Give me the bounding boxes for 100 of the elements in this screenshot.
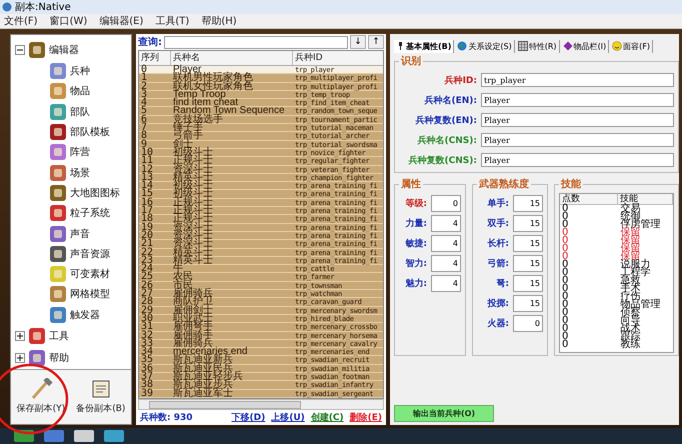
number-field[interactable]: 0	[431, 194, 461, 212]
table-cell-text: 雇佣骑手	[172, 332, 214, 339]
tile-icon	[49, 285, 67, 304]
tree-item[interactable]: 部队	[70, 104, 90, 119]
field-label: 敏捷:	[404, 237, 427, 250]
tab[interactable]: 物品栏(I)	[560, 40, 610, 52]
table-cell-text: 1	[140, 74, 148, 82]
tree-item[interactable]: 触发器	[70, 308, 100, 322]
table-cell-text: 2	[140, 82, 148, 90]
menu-item[interactable]: 工具(T)	[155, 14, 190, 28]
tree-item[interactable]: 大地图图标	[70, 186, 120, 200]
column-header[interactable]: 序列	[139, 51, 171, 65]
table-cell-text: 34	[140, 348, 154, 356]
number-field[interactable]: 15	[513, 254, 543, 272]
table-cell-text: 15	[140, 190, 154, 198]
table-cell-text: 雇佣剑士	[172, 306, 214, 314]
table-cell-text: 19	[140, 224, 154, 231]
table-cell-text: 正规斗士	[172, 198, 214, 206]
text-field[interactable]: trp_player	[481, 73, 674, 87]
number-field[interactable]: 15	[513, 214, 543, 232]
number-field[interactable]: 0	[513, 314, 543, 332]
search-label: 查询:	[138, 36, 162, 49]
text-field[interactable]: Player	[481, 153, 674, 167]
table-cell-text: 36	[140, 364, 154, 372]
field-label: 双手:	[486, 217, 509, 230]
tree-item[interactable]: 物品	[70, 84, 90, 98]
horizontal-scrollbar[interactable]	[138, 399, 384, 410]
scroll-thumb[interactable]	[149, 400, 301, 408]
number-field[interactable]: 4	[431, 274, 461, 292]
tab[interactable]: 基本属性(B)	[394, 40, 454, 52]
column-header[interactable]: 兵种名	[171, 51, 293, 65]
minus-icon	[17, 47, 23, 53]
export-button[interactable]: 输出当前兵种(O)	[394, 405, 494, 422]
tree-item[interactable]: 兵种	[70, 64, 90, 78]
text-field[interactable]: Player	[481, 133, 674, 147]
menu-item[interactable]: 窗口(W)	[50, 14, 88, 28]
text-field[interactable]: Player	[481, 113, 674, 127]
tree-item[interactable]: 编辑器	[49, 43, 79, 57]
action-link[interactable]: 删除(E)	[350, 411, 382, 424]
number-field[interactable]: 15	[513, 294, 543, 312]
table-cell-text: 11	[140, 157, 154, 165]
number-field[interactable]: 15	[513, 274, 543, 292]
table-cell-text: 正规斗士	[172, 157, 214, 165]
number-field[interactable]: 15	[513, 234, 543, 252]
table-cell-text: 初级斗士	[172, 182, 214, 190]
table-cell-text: 29	[140, 306, 154, 314]
search-field[interactable]	[164, 36, 348, 48]
taskbar-icon[interactable]	[104, 430, 124, 442]
table-cell-text: 32	[140, 332, 154, 339]
action-link[interactable]: 下移(D)	[232, 411, 266, 424]
tab[interactable]: 特性(R)	[516, 40, 560, 52]
number-field[interactable]: 4	[431, 254, 461, 272]
move-down-button[interactable]: ↓	[350, 35, 366, 49]
table-cell-text: 精英斗士	[172, 256, 214, 264]
number-field[interactable]: 4	[431, 234, 461, 252]
expand-toggle[interactable]	[15, 330, 25, 341]
tree-item[interactable]: 阵营	[70, 145, 90, 160]
table-cell-text: 0	[561, 285, 570, 293]
tree-item[interactable]: 工具	[49, 328, 69, 343]
table-cell-text: 28	[140, 298, 154, 306]
menu-item[interactable]: 帮助(H)	[201, 14, 237, 28]
field-label: 长杆:	[486, 237, 509, 250]
table-cell-text: 37	[140, 372, 154, 380]
table-cell-text: 竞技场选手	[172, 116, 224, 124]
tree-item[interactable]: 声音	[70, 226, 90, 241]
table-cell-text: 商队护卫	[172, 298, 214, 306]
table-cell-text: 4	[140, 99, 148, 106]
text-field[interactable]: Player	[481, 93, 674, 107]
table-cell-text: 38	[140, 381, 154, 389]
field-label: 力量:	[404, 217, 427, 230]
number-field[interactable]: 15	[513, 194, 543, 212]
action-link[interactable]: 创建(C)	[310, 411, 344, 424]
number-field[interactable]: 4	[431, 214, 461, 232]
move-up-button[interactable]: ↑	[368, 35, 384, 49]
tree-item[interactable]: 场景	[70, 166, 90, 180]
tree-item[interactable]: 帮助	[49, 350, 69, 365]
tree-item[interactable]: 网格模型	[70, 287, 110, 302]
tree-item[interactable]: 部队模板	[70, 125, 110, 140]
expand-toggle[interactable]	[15, 352, 25, 363]
table-cell-text: find item cheat	[172, 99, 240, 106]
table-cell-text: 14	[140, 182, 154, 190]
backup-button[interactable]: 备份副本(B)	[74, 376, 128, 418]
tree-item[interactable]: 可变素材	[70, 267, 110, 282]
table-cell-text: 6	[140, 116, 148, 124]
tab[interactable]: 面容(F)	[610, 40, 654, 52]
tree-item[interactable]: 声音资源	[70, 246, 110, 261]
column-header[interactable]: 兵种ID	[293, 51, 383, 65]
tile-icon	[49, 164, 67, 182]
tab[interactable]: 关系设定(S)	[455, 40, 515, 52]
action-link[interactable]: 上移(U)	[271, 411, 305, 424]
taskbar-icon[interactable]	[74, 430, 94, 442]
table-cell-text: 精英斗士	[172, 174, 214, 182]
tree-item[interactable]: 粒子系统	[70, 206, 110, 220]
table-cell-text: 雇佣骑兵	[172, 340, 213, 348]
table-cell-text: 0	[561, 309, 570, 317]
table-cell-text: 保留	[619, 245, 642, 253]
taskbar-icon[interactable]	[44, 430, 64, 442]
collapse-toggle[interactable]	[15, 45, 25, 55]
menu-item[interactable]: 文件(F)	[4, 14, 38, 28]
menu-item[interactable]: 编辑器(E)	[99, 14, 144, 28]
